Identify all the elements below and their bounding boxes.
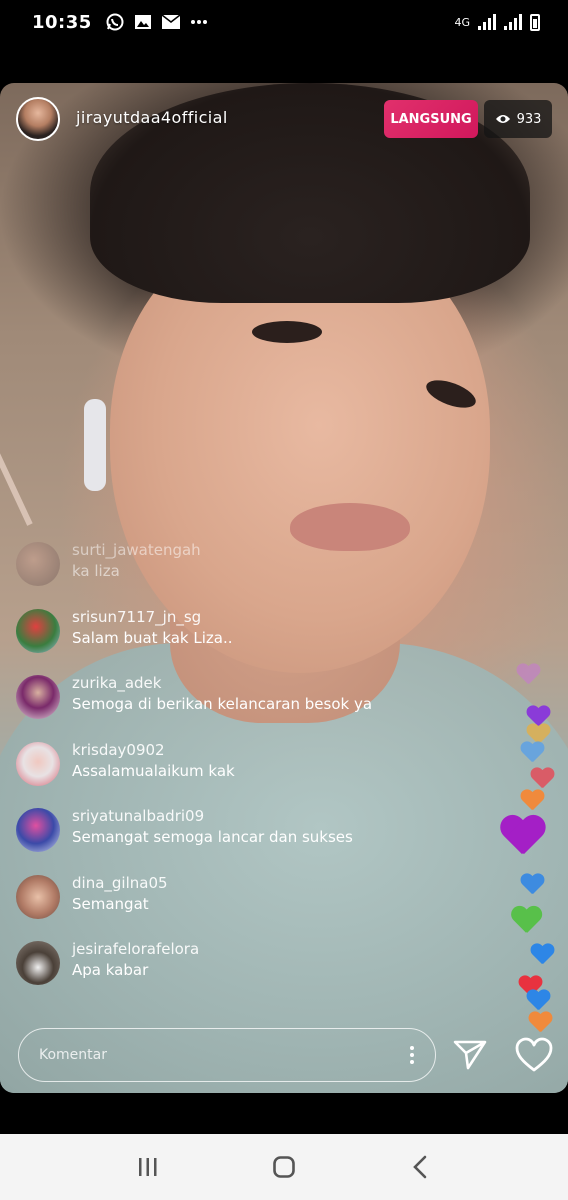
- host-avatar[interactable]: [16, 97, 60, 141]
- home-button[interactable]: [264, 1147, 304, 1187]
- comment-message: Assalamualaikum kak: [72, 761, 235, 780]
- video-earbud: [84, 399, 106, 491]
- comment-input[interactable]: [39, 1047, 409, 1063]
- heart-icon: [499, 816, 545, 858]
- comment-avatar[interactable]: [16, 808, 60, 852]
- system-nav-bar: [0, 1134, 568, 1200]
- comment-list: surti_jawatengah ka liza srisun7117_jn_s…: [16, 540, 416, 1006]
- viewer-count-badge[interactable]: 933: [484, 100, 552, 138]
- comment-avatar[interactable]: [16, 608, 60, 653]
- heart-icon: [520, 874, 544, 896]
- heart-icon: [510, 907, 541, 936]
- comment-input-box[interactable]: [18, 1028, 436, 1082]
- heart-icon: [516, 664, 540, 686]
- video-seatbelt: [0, 400, 64, 526]
- comment-avatar[interactable]: [16, 675, 60, 719]
- comment-message: Semangat: [72, 894, 149, 913]
- notification-icons: [106, 13, 208, 31]
- heart-icon: [530, 768, 554, 790]
- back-button[interactable]: [400, 1147, 440, 1187]
- recent-apps-icon: [139, 1158, 157, 1176]
- comment-avatar[interactable]: [16, 542, 60, 586]
- comment-item: sriyatunalbadri09 Semangat semoga lancar…: [16, 806, 416, 873]
- heart-icon: [530, 944, 554, 966]
- comment-item: krisday0902 Assalamualaikum kak: [16, 740, 416, 807]
- home-icon: [273, 1156, 295, 1178]
- comment-message: ka liza: [72, 562, 120, 580]
- heart-icon: [520, 790, 544, 812]
- comment-item: jesirafelorafelora Apa kabar: [16, 939, 416, 1006]
- network-type: 4G: [454, 15, 470, 29]
- heart-icon: [528, 1012, 552, 1034]
- comment-username[interactable]: surti_jawatengah: [72, 540, 201, 560]
- status-right-icons: 4G: [454, 13, 540, 31]
- whatsapp-icon: [106, 13, 124, 31]
- status-bar: 10:35 4G: [0, 0, 568, 44]
- comment-item: srisun7117_jn_sg Salam buat kak Liza..: [16, 607, 416, 674]
- eye-icon: [495, 115, 510, 123]
- gallery-icon: [134, 15, 151, 29]
- mail-icon: [161, 15, 180, 29]
- more-icon: [190, 20, 207, 24]
- viewer-count: 933: [516, 111, 542, 127]
- heart-icon: [526, 990, 550, 1012]
- comment-item: zurika_adek Semoga di berikan kelancaran…: [16, 673, 416, 740]
- comment-avatar[interactable]: [16, 741, 60, 786]
- more-options-icon[interactable]: [409, 1046, 415, 1064]
- host-username[interactable]: jirayutdaa4official: [76, 108, 228, 127]
- video-eye-left: [252, 321, 322, 343]
- comment-item: dina_gilna05 Semangat: [16, 873, 416, 940]
- comment-message: Semoga di berikan kelancaran besok ya: [72, 695, 373, 713]
- live-label: LANGSUNG: [390, 111, 472, 127]
- comment-message: Apa kabar: [72, 961, 149, 979]
- heart-like-icon[interactable]: [514, 1036, 554, 1074]
- live-badge: LANGSUNG: [384, 100, 478, 138]
- comment-username[interactable]: krisday0902: [72, 740, 235, 760]
- recent-apps-button[interactable]: [128, 1147, 168, 1187]
- comment-username[interactable]: sriyatunalbadri09: [72, 806, 353, 826]
- comment-username[interactable]: srisun7117_jn_sg: [72, 607, 233, 627]
- signal-icon-2: [504, 14, 522, 30]
- comment-username[interactable]: zurika_adek: [72, 673, 372, 693]
- comment-avatar[interactable]: [16, 941, 60, 985]
- back-icon: [413, 1155, 427, 1179]
- comment-message: Semangat semoga lancar dan sukses: [72, 828, 353, 846]
- signal-icon: [478, 14, 496, 30]
- heart-icon: [520, 742, 544, 764]
- status-time: 10:35: [32, 11, 92, 33]
- comment-username[interactable]: jesirafelorafelora: [72, 939, 199, 959]
- comment-message: Salam buat kak Liza..: [72, 628, 233, 647]
- comment-avatar[interactable]: [16, 874, 60, 919]
- comment-item: surti_jawatengah ka liza: [16, 540, 416, 607]
- battery-icon: [530, 13, 540, 31]
- comment-username[interactable]: dina_gilna05: [72, 873, 168, 893]
- send-icon[interactable]: [452, 1036, 488, 1072]
